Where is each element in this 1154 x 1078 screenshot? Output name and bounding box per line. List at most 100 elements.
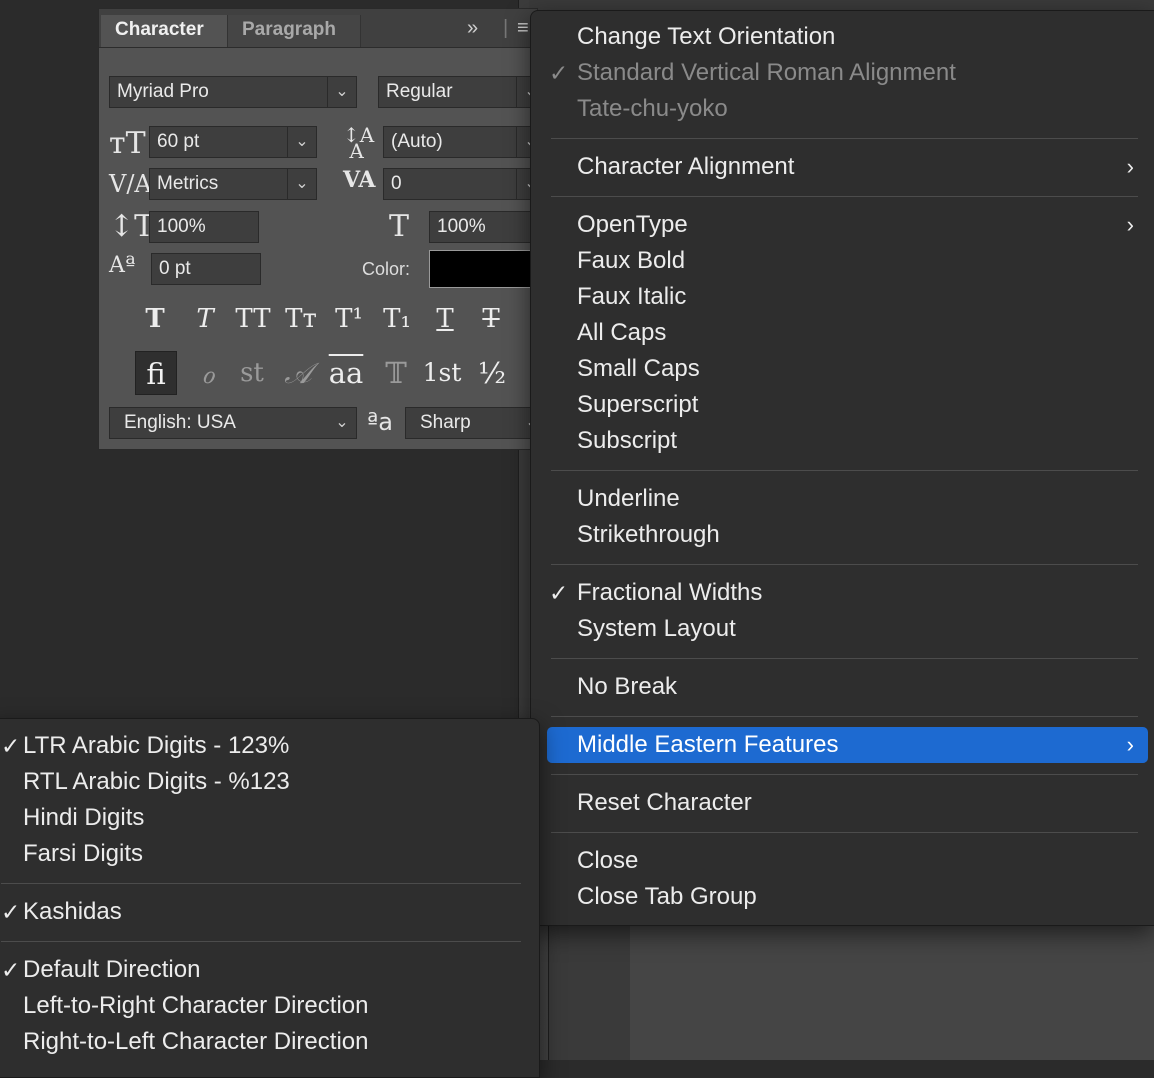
- submenu-item-left-to-right-character-direction[interactable]: Left-to-Right Character Direction: [1, 988, 521, 1024]
- discretionary-ligatures-button[interactable]: st: [231, 351, 273, 395]
- tracking-dropdown[interactable]: 0 ⌄: [383, 168, 538, 200]
- panel-menu-icon[interactable]: ≡: [517, 17, 529, 40]
- leading-value: (Auto): [391, 131, 443, 152]
- underline-button[interactable]: T: [427, 301, 463, 337]
- submenu-item-hindi-digits[interactable]: Hindi Digits: [1, 800, 521, 836]
- anti-aliasing-dropdown[interactable]: Sharp ⌄: [405, 407, 539, 439]
- menu-separator: [1, 941, 521, 942]
- subscript-button[interactable]: T₁: [379, 301, 415, 337]
- menu-separator: [551, 716, 1138, 717]
- submenu-item-rtl-arabic-digits-123[interactable]: RTL Arabic Digits - %123: [1, 764, 521, 800]
- menu-item-label: Faux Italic: [577, 283, 687, 310]
- vertical-scale-icon: ↕T: [109, 209, 155, 244]
- menu-separator: [1, 883, 521, 884]
- ordinals-button[interactable]: 1st: [421, 351, 463, 395]
- menu-item-superscript[interactable]: Superscript: [547, 387, 1148, 423]
- swash-button[interactable]: 𝒜: [277, 351, 319, 395]
- submenu-item-label: Left-to-Right Character Direction: [23, 992, 369, 1019]
- standard-ligatures-button[interactable]: fi: [135, 351, 177, 395]
- font-size-value: 60 pt: [157, 131, 200, 152]
- submenu-item-label: Right-to-Left Character Direction: [23, 1028, 369, 1055]
- menu-item-label: Character Alignment: [577, 153, 795, 180]
- menu-item-opentype[interactable]: OpenType ›: [547, 207, 1148, 243]
- menu-separator: [551, 470, 1138, 471]
- menu-item-label: OpenType: [577, 211, 688, 238]
- tab-character[interactable]: Character: [101, 15, 227, 47]
- menu-separator: [551, 138, 1138, 139]
- menu-item-fractional-widths[interactable]: ✓ Fractional Widths: [547, 575, 1148, 611]
- menu-item-underline[interactable]: Underline: [547, 481, 1148, 517]
- menu-item-subscript[interactable]: Subscript: [547, 423, 1148, 459]
- font-family-dropdown[interactable]: Myriad Pro ⌄: [109, 76, 357, 108]
- submenu-item-farsi-digits[interactable]: Farsi Digits: [1, 836, 521, 872]
- font-family-value: Myriad Pro: [117, 81, 209, 102]
- menu-item-label: Standard Vertical Roman Alignment: [577, 59, 956, 86]
- menu-item-reset-character[interactable]: Reset Character: [547, 785, 1148, 821]
- kerning-dropdown[interactable]: Metrics ⌄: [149, 168, 317, 200]
- small-caps-button[interactable]: Tт: [281, 301, 321, 337]
- chevron-down-icon: ⌄: [287, 169, 316, 199]
- menu-item-strikethrough[interactable]: Strikethrough: [547, 517, 1148, 553]
- leading-dropdown[interactable]: (Auto) ⌄: [383, 126, 538, 158]
- menu-item-label: Superscript: [577, 391, 699, 418]
- horizontal-scale-input[interactable]: 100%: [429, 211, 539, 243]
- menu-item-label: Tate-chu-yoko: [577, 95, 728, 122]
- font-style-value: Regular: [386, 81, 453, 102]
- menu-item-change-text-orientation[interactable]: Change Text Orientation: [547, 19, 1148, 55]
- stylistic-alternates-button[interactable]: aa: [325, 351, 367, 395]
- color-swatch[interactable]: [429, 250, 539, 288]
- font-style-dropdown[interactable]: Regular ⌄: [378, 76, 538, 108]
- baseline-shift-input[interactable]: 0 pt: [151, 253, 261, 285]
- tab-paragraph[interactable]: Paragraph: [227, 15, 361, 47]
- submenu-arrow-icon: ›: [1126, 154, 1134, 179]
- leading-icon: ↕A A: [343, 123, 375, 163]
- font-size-dropdown[interactable]: 60 pt ⌄: [149, 126, 317, 158]
- menu-item-label: No Break: [577, 673, 678, 700]
- submenu-item-label: Hindi Digits: [23, 804, 145, 831]
- fractions-button[interactable]: ½: [471, 351, 513, 395]
- submenu-arrow-icon: ›: [1126, 212, 1134, 237]
- language-value: English: USA: [124, 412, 236, 433]
- menu-item-standard-vertical-roman-alignment: ✓ Standard Vertical Roman Alignment: [547, 55, 1148, 91]
- submenu-item-default-direction[interactable]: ✓ Default Direction: [1, 952, 521, 988]
- kerning-value: Metrics: [157, 173, 219, 194]
- menu-item-label: All Caps: [577, 319, 667, 346]
- menu-item-close-tab-group[interactable]: Close Tab Group: [547, 879, 1148, 915]
- menu-item-faux-bold[interactable]: Faux Bold: [547, 243, 1148, 279]
- language-dropdown[interactable]: English: USA ⌄: [109, 407, 357, 439]
- menu-item-label: Underline: [577, 485, 680, 512]
- menu-item-system-layout[interactable]: System Layout: [547, 611, 1148, 647]
- menu-item-label: Fractional Widths: [577, 579, 763, 606]
- menu-separator: [551, 832, 1138, 833]
- strikethrough-button[interactable]: T: [473, 301, 509, 337]
- submenu-arrow-icon: ›: [1126, 732, 1134, 757]
- menu-item-character-alignment[interactable]: Character Alignment ›: [547, 149, 1148, 185]
- submenu-item-ltr-arabic-digits-123[interactable]: ✓ LTR Arabic Digits - 123%: [1, 728, 521, 764]
- faux-bold-button[interactable]: T: [137, 301, 173, 337]
- middle-eastern-features-submenu: ✓ LTR Arabic Digits - 123% RTL Arabic Digi…: [0, 718, 540, 1078]
- checkmark-icon: ✓: [1, 957, 21, 983]
- vertical-scale-input[interactable]: 100%: [149, 211, 259, 243]
- superscript-button[interactable]: T¹: [331, 301, 367, 337]
- menu-item-label: Reset Character: [577, 789, 752, 816]
- submenu-item-label: Farsi Digits: [23, 840, 144, 867]
- menu-item-label: Strikethrough: [577, 521, 720, 548]
- menu-item-no-break[interactable]: No Break: [547, 669, 1148, 705]
- submenu-item-kashidas[interactable]: ✓ Kashidas: [1, 894, 521, 930]
- faux-italic-button[interactable]: T: [187, 301, 223, 337]
- menu-item-small-caps[interactable]: Small Caps: [547, 351, 1148, 387]
- menu-item-all-caps[interactable]: All Caps: [547, 315, 1148, 351]
- menu-item-faux-italic[interactable]: Faux Italic: [547, 279, 1148, 315]
- color-label: Color:: [362, 259, 411, 279]
- submenu-item-right-to-left-character-direction[interactable]: Right-to-Left Character Direction: [1, 1024, 521, 1060]
- contextual-alternates-button[interactable]: ℴ: [187, 351, 229, 395]
- all-caps-button[interactable]: TT: [233, 301, 273, 337]
- panel-tab-bar: Character Paragraph » | ≡: [99, 9, 537, 48]
- titling-alternates-button[interactable]: 𝕋: [375, 351, 417, 395]
- collapse-panel-icon[interactable]: »: [467, 17, 478, 40]
- chevron-down-icon: ⌄: [287, 127, 316, 157]
- menu-item-middle-eastern-features[interactable]: Middle Eastern Features ›: [547, 727, 1148, 763]
- anti-aliasing-icon: ªa: [367, 408, 394, 436]
- menu-item-label: Middle Eastern Features: [577, 731, 839, 758]
- menu-item-close[interactable]: Close: [547, 843, 1148, 879]
